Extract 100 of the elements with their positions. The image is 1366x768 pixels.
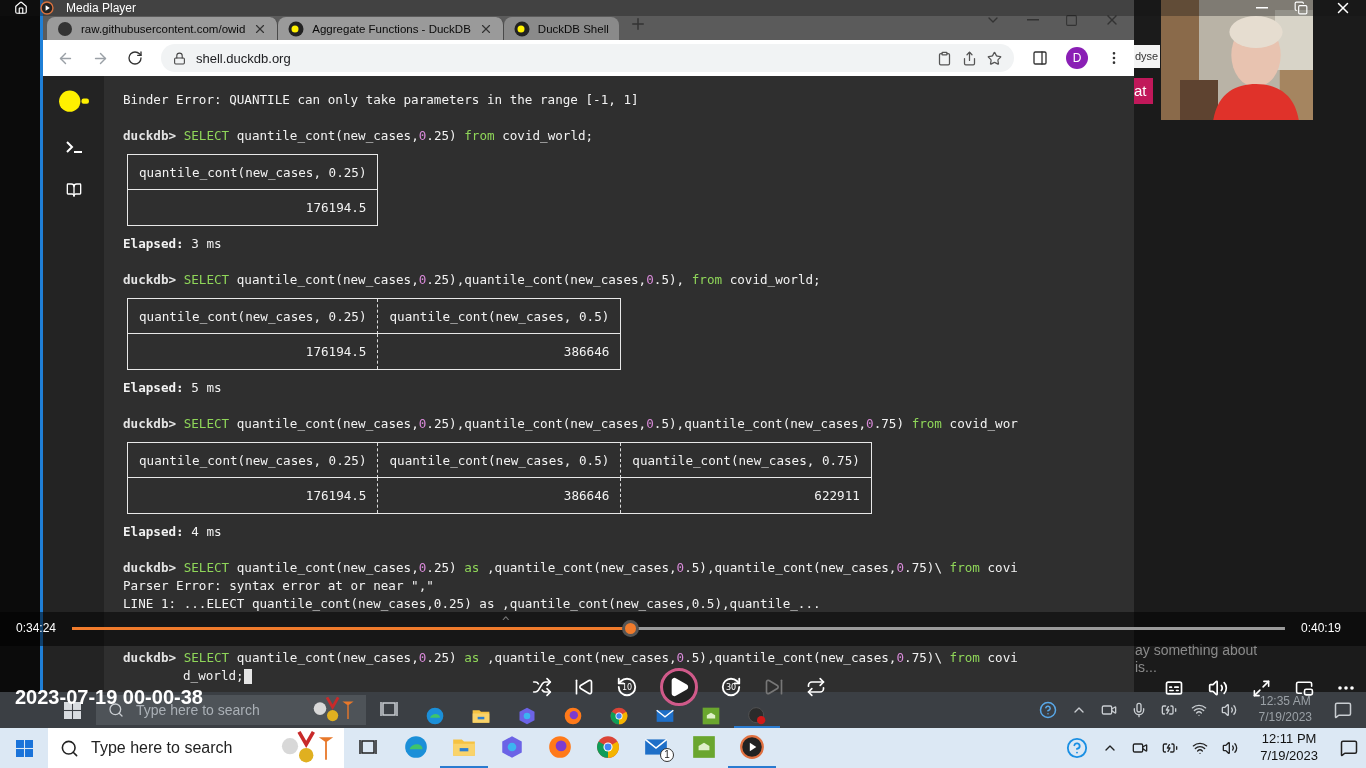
table-cell: 386646 — [377, 334, 621, 369]
notification-badge: 1 — [660, 748, 674, 762]
taskbar-app-button[interactable]: 1 — [632, 728, 680, 768]
profile-avatar[interactable]: D — [1066, 47, 1088, 69]
previous-icon — [574, 677, 594, 697]
command-line: d_world; — [183, 667, 244, 685]
windows-logo-icon — [15, 739, 33, 757]
battery-icon[interactable] — [1160, 702, 1177, 718]
browser-icon — [547, 734, 573, 760]
site-icon — [57, 20, 73, 37]
browser-icon — [563, 706, 583, 726]
volume-icon[interactable] — [1220, 702, 1237, 718]
search-icon — [108, 702, 124, 718]
app-icon — [701, 706, 721, 726]
fullscreen-button[interactable] — [1252, 678, 1271, 698]
search-field[interactable]: Type here to search — [48, 728, 344, 768]
book-icon[interactable] — [65, 182, 82, 199]
minimize-icon — [1027, 19, 1039, 21]
table-header-cell: quantile_cont(new_cases, 0.75) — [620, 443, 871, 478]
minimize-icon — [1256, 7, 1268, 9]
table-cell-text: 176194.5 — [304, 487, 368, 505]
repeat-button[interactable] — [806, 677, 826, 697]
camera-icon[interactable] — [1132, 740, 1149, 756]
output-text: ^ — [501, 613, 510, 631]
help-icon[interactable] — [1066, 737, 1089, 759]
restore-button[interactable] — [1294, 0, 1308, 17]
volume-button[interactable] — [1208, 678, 1228, 698]
command-line: duckdb> SELECT quantile_cont(new_cases,0.25) from covid_world; — [123, 127, 594, 145]
next-button[interactable] — [764, 677, 784, 697]
table-cell: 386646 — [377, 478, 621, 513]
elapsed-text: Elapsed: 5 ms — [123, 379, 222, 397]
elapsed-time: 0:34:24 — [16, 621, 57, 635]
skip-forward-button[interactable]: 30 — [720, 676, 742, 698]
mini-player-icon — [1295, 678, 1314, 698]
captions-button[interactable] — [1164, 678, 1184, 698]
browser-icon — [403, 734, 429, 760]
mini-player-button[interactable] — [1295, 678, 1314, 698]
search-input[interactable]: Type here to search — [89, 738, 268, 758]
task-view-icon — [358, 737, 378, 757]
browser-tab[interactable]: Aggregate Functions - DuckDB — [278, 17, 504, 40]
maximize-icon — [1065, 13, 1078, 27]
clock-text: 12:35 AM 7/19/2023 — [1257, 694, 1313, 726]
table-header-cell: quantile_cont(new_cases, 0.25) — [128, 299, 378, 334]
site-icon — [513, 20, 530, 37]
app-logo-icon — [40, 1, 54, 15]
restore-icon — [1294, 1, 1308, 15]
table-header-cell: quantile_cont(new_cases, 0.5) — [377, 443, 621, 478]
clipboard-icon[interactable] — [937, 50, 952, 66]
address-bar[interactable]: shell.duckdb.org — [161, 44, 1014, 72]
window-title: Media Player — [66, 1, 137, 15]
notifications-icon[interactable] — [1340, 739, 1358, 757]
elapsed-text: Elapsed: 4 ms — [123, 523, 222, 541]
duration-time: 0:40:19 — [1300, 621, 1341, 635]
rotate-arrow-icon — [616, 676, 638, 698]
volume-icon[interactable] — [1222, 740, 1239, 756]
reload-icon — [127, 50, 143, 66]
wifi-icon[interactable] — [1190, 702, 1207, 718]
home-icon[interactable] — [14, 1, 28, 15]
record-icon — [747, 706, 767, 726]
table-header-cell: quantile_cont(new_cases, 0.5) — [377, 299, 621, 334]
text-cursor — [243, 668, 252, 684]
fullscreen-icon — [1252, 678, 1271, 698]
camera-icon[interactable] — [1100, 702, 1117, 718]
bookmark-star-icon[interactable] — [987, 50, 1002, 66]
table-header-cell: quantile_cont(new_cases, 0.25) — [128, 155, 378, 190]
more-icon — [1338, 686, 1354, 690]
table-cell-text: 176194.5 — [304, 343, 368, 361]
rotate-arrow-icon — [720, 676, 742, 698]
browser-tab[interactable]: raw.githubusercontent.com/owid — [47, 17, 279, 40]
terminal-icon[interactable] — [64, 140, 83, 155]
wifi-icon[interactable] — [1192, 740, 1209, 756]
play-icon — [739, 734, 765, 760]
browser-icon — [425, 706, 445, 726]
captions-icon — [1164, 678, 1184, 698]
previous-button[interactable] — [574, 677, 594, 697]
partial-button[interactable]: at — [1134, 78, 1153, 104]
share-icon[interactable] — [962, 50, 977, 66]
side-panel-icon[interactable] — [1032, 50, 1048, 66]
browser-icon — [595, 734, 621, 760]
command-line: duckdb> SELECT quantile_cont(new_cases,0.25) as ,quantile_cont(new_cases,0.5),quantile_cont(new_cases,0.75)\ from covi — [123, 559, 1018, 577]
shuffle-icon — [532, 677, 552, 697]
more-button[interactable] — [1338, 686, 1354, 690]
command-line: duckdb> SELECT quantile_cont(new_cases,0.25),quantile_cont(new_cases,0.5),quantile_cont(new_cases,0.75) from covid_wor — [123, 415, 1018, 433]
help-icon[interactable] — [1038, 701, 1057, 719]
reload-button[interactable] — [127, 50, 143, 66]
lock-icon — [173, 51, 186, 65]
shuffle-button[interactable] — [532, 677, 552, 697]
browser-tab[interactable]: DuckDB Shell — [503, 17, 619, 40]
site-icon — [288, 20, 305, 37]
output-text: Binder Error: QUANTILE can only take parameters in the range [-1, 1] — [123, 91, 639, 109]
battery-icon[interactable] — [1162, 740, 1179, 756]
elapsed-text: Elapsed: 3 ms — [123, 235, 222, 253]
duck-logo-icon — [57, 90, 90, 113]
browser-icon — [609, 706, 629, 726]
repeat-icon — [806, 677, 826, 697]
clock-text: 12:11 PM 7/19/2023 — [1259, 731, 1319, 765]
next-icon — [764, 677, 784, 697]
command-line: duckdb> SELECT quantile_cont(new_cases,0.25),quantile_cont(new_cases,0.5), from covid_world; — [123, 271, 821, 289]
table-header-cell: quantile_cont(new_cases, 0.25) — [128, 443, 378, 478]
search-icon — [60, 738, 79, 758]
